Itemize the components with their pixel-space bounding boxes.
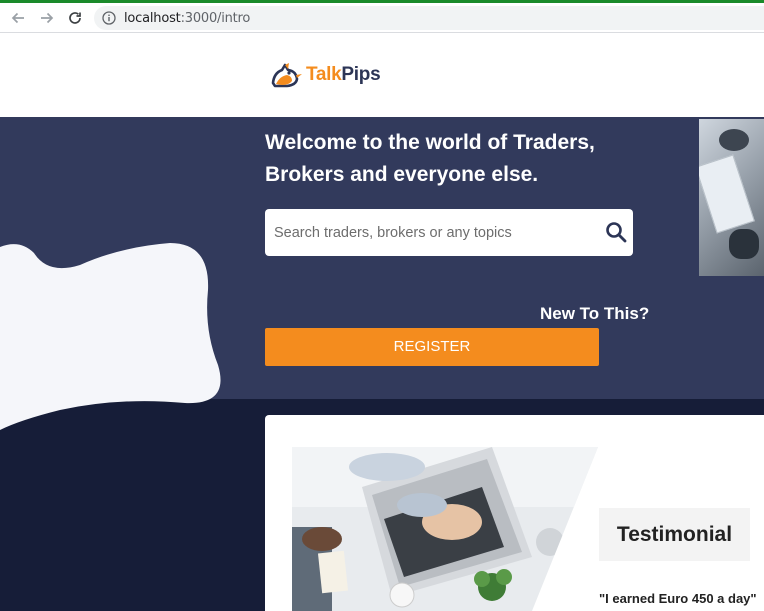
testimonial-quote: "I earned Euro 450 a day" <box>599 591 757 606</box>
info-icon[interactable] <box>102 11 116 25</box>
search-input[interactable] <box>265 209 595 256</box>
testimonial-heading-box: Testimonial <box>599 508 750 561</box>
bird-logo-icon <box>271 63 302 88</box>
browser-toolbar: localhost:3000/intro <box>0 3 764 33</box>
decorative-blob <box>0 243 221 430</box>
talkpips-logo[interactable]: TalkPips <box>270 61 381 89</box>
new-to-this-label: New To This? <box>540 304 650 323</box>
url-host: localhost <box>124 11 181 26</box>
headline-line-2: Brokers and everyone else. <box>265 163 539 186</box>
search-box <box>265 209 633 256</box>
logo-talk: Talk <box>306 64 342 85</box>
photo-sleeve <box>729 229 759 259</box>
url-path: :3000/intro <box>180 11 251 26</box>
arrow-right-icon <box>41 12 54 24</box>
reload-button[interactable] <box>65 8 85 28</box>
register-button[interactable]: REGISTER <box>265 328 599 366</box>
arrow-left-icon <box>11 12 24 24</box>
photo-hand <box>719 129 749 151</box>
testimonial-title: Testimonial <box>616 523 733 546</box>
forward-button[interactable] <box>37 8 57 28</box>
back-button[interactable] <box>8 8 28 28</box>
reload-icon <box>69 12 81 24</box>
site-header: TalkPips <box>0 34 764 117</box>
logo-text: TalkPips <box>306 64 381 86</box>
headline-line-1: Welcome to the world of Traders, <box>265 131 595 154</box>
photo-paper <box>699 154 755 234</box>
address-bar[interactable]: localhost:3000/intro <box>94 6 764 30</box>
business-meeting-photo <box>699 119 764 276</box>
url-text: localhost:3000/intro <box>124 11 250 26</box>
logo-pips: Pips <box>341 64 381 85</box>
laptop-desk-photo <box>292 447 598 611</box>
hero-headline: Welcome to the world of Traders, Brokers… <box>265 127 685 191</box>
search-icon[interactable] <box>605 221 627 243</box>
